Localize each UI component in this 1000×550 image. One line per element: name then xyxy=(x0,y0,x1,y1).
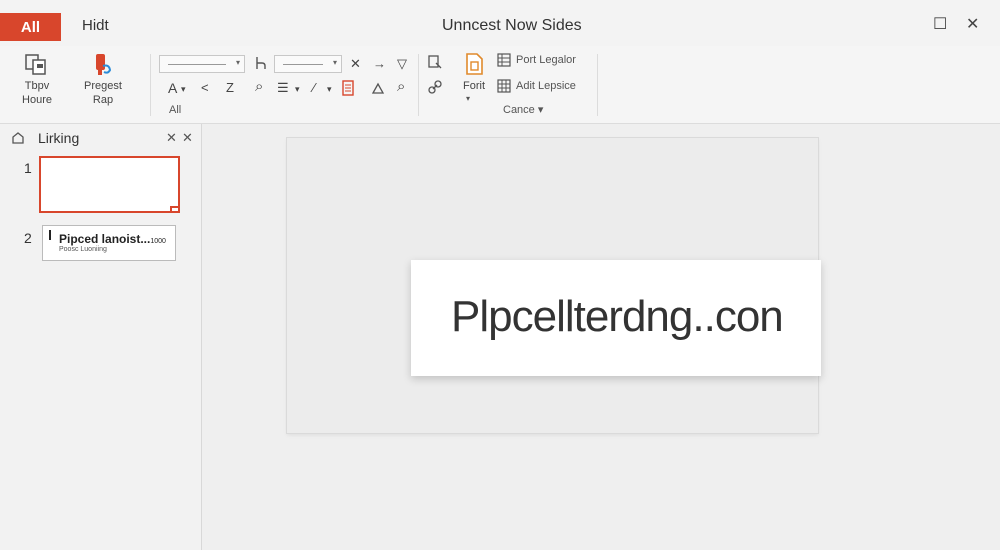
chevron-down-icon: ▾ xyxy=(332,58,337,67)
tbpv-houre-button[interactable]: Tbpv Houre xyxy=(16,52,58,107)
close-icon[interactable]: ✕ xyxy=(182,130,193,146)
group-label-cance: Cance ▾ xyxy=(503,104,544,116)
copy-icon xyxy=(25,54,46,75)
thumbnail-marker xyxy=(49,230,51,240)
thumbnail-title-suffix: 1000 xyxy=(150,238,166,245)
paint-format-icon xyxy=(96,54,112,75)
font-button[interactable]: Forit xyxy=(458,52,490,93)
find-icon[interactable]: ⌕ xyxy=(397,79,405,95)
title-bar: All Hidt Unncest Now Sides ☐ ✕ xyxy=(0,0,1000,46)
slide-number-2: 2 xyxy=(24,230,32,246)
list-icon[interactable]: ☰ xyxy=(277,80,289,96)
pane-title: Lirking xyxy=(38,130,80,146)
selection-marker xyxy=(170,206,180,213)
ribbon-separator xyxy=(150,54,151,116)
ribbon: Tbpv Houre Pregest Rap ▾ ▾ ✕ → ▽ A ▾ < Z… xyxy=(0,46,1000,124)
slide-number-1: 1 xyxy=(24,160,32,176)
chevron-down-icon: ▾ xyxy=(466,94,471,103)
thumbnail-subtitle: Poosc Luoniing xyxy=(59,246,107,253)
chevron-down-icon: ▾ xyxy=(235,58,240,67)
chevron-down-icon: ▾ xyxy=(327,84,332,94)
tab-hidt[interactable]: Hidt xyxy=(82,17,109,34)
font-size-combo[interactable]: ▾ xyxy=(274,55,342,73)
pregest-line1: Pregest xyxy=(84,80,122,92)
decrease-indent-icon[interactable]: < xyxy=(201,80,209,96)
tab-all-label: All xyxy=(20,18,41,36)
home-icon xyxy=(12,132,24,144)
slide-canvas: Plpcellterdng..con xyxy=(203,124,1000,550)
close-window-button[interactable]: ✕ xyxy=(966,14,979,34)
ribbon-separator xyxy=(418,54,419,116)
tab-all[interactable]: All xyxy=(0,13,61,41)
slide[interactable]: Plpcellterdng..con xyxy=(287,138,821,433)
table-icon[interactable] xyxy=(497,53,511,67)
search-icon[interactable]: ⌕ xyxy=(255,79,263,95)
select-icon[interactable] xyxy=(427,54,443,70)
window-title: Unncest Now Sides xyxy=(442,17,582,34)
pregest-rap-button[interactable]: Pregest Rap xyxy=(78,52,128,107)
font-button-label: Forit xyxy=(463,80,485,92)
close-icon[interactable]: ✕ xyxy=(166,130,177,146)
clear-format-icon[interactable]: ✕ xyxy=(350,56,361,72)
slide-thumbnail-2[interactable]: Pipced lanoist...1000 Poosc Luoniing xyxy=(42,225,176,261)
chevron-down-icon: ▾ xyxy=(181,84,186,94)
slide-thumbnail-1[interactable] xyxy=(39,156,180,213)
group-label-all: All xyxy=(169,104,182,116)
z-format-icon[interactable]: Z xyxy=(226,80,234,96)
font-name-combo[interactable]: ▾ xyxy=(159,55,245,73)
port-legalor-button[interactable]: Port Legalor xyxy=(516,54,576,66)
slide-text[interactable]: Plpcellterdng..con xyxy=(451,292,784,342)
shapes-icon[interactable] xyxy=(371,81,385,95)
link-icon[interactable] xyxy=(427,79,443,95)
paragraph-icon[interactable] xyxy=(254,55,268,71)
pen-icon[interactable]: ⁄ xyxy=(313,80,315,96)
maximize-button[interactable]: ☐ xyxy=(933,14,947,34)
tbpv-line2: Houre xyxy=(22,94,52,106)
ribbon-separator xyxy=(597,54,598,116)
font-file-icon xyxy=(466,53,483,75)
slide-thumbnail-pane: Lirking ✕ ✕ 1 2 Pipced lanoist...1000 Po… xyxy=(0,124,202,550)
thumbnail-title-text: Pipced lanoist... xyxy=(59,232,151,246)
grid-icon[interactable] xyxy=(497,79,511,93)
slide-text-box[interactable]: Plpcellterdng..con xyxy=(411,260,821,376)
arrow-right-icon[interactable]: → xyxy=(373,56,386,72)
chevron-down-icon: ▾ xyxy=(295,84,300,94)
thumbnail-title: Pipced lanoist...1000 xyxy=(59,232,166,246)
filter-icon[interactable]: ▽ xyxy=(397,56,407,72)
font-color-button[interactable]: A xyxy=(168,80,177,96)
pregest-line2: Rap xyxy=(92,94,114,106)
document-icon[interactable] xyxy=(341,80,355,96)
tbpv-line1: Tbpv xyxy=(24,80,50,92)
adit-lepsice-button[interactable]: Adit Lepsice xyxy=(516,80,576,92)
